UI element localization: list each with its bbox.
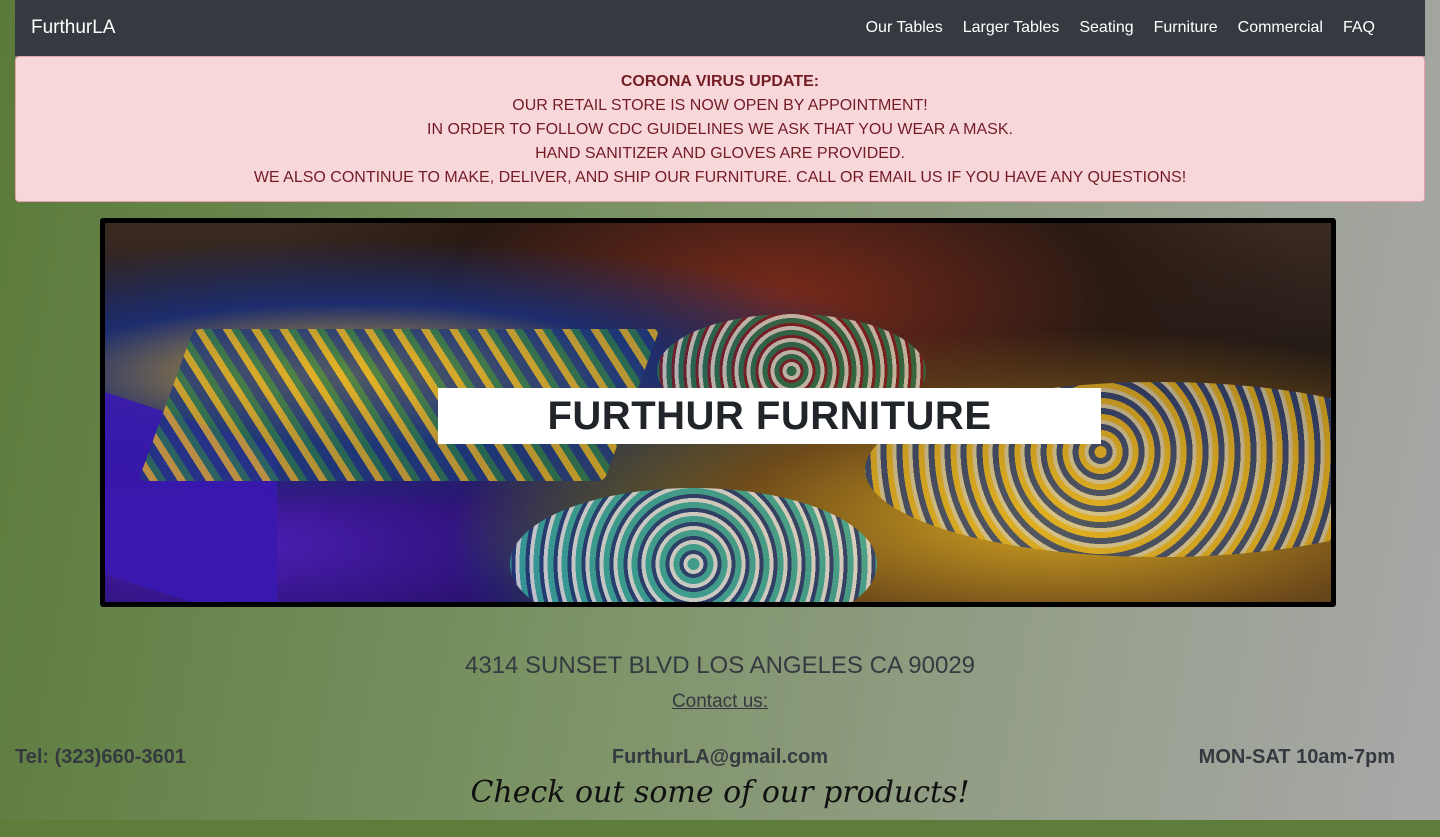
alert-line: WE ALSO CONTINUE TO MAKE, DELIVER, AND S… xyxy=(253,169,1187,186)
corona-alert: CORONA VIRUS UPDATE: OUR RETAIL STORE IS… xyxy=(15,56,1425,202)
contact-info-row: Tel: (323)660-3601 FurthurLA@gmail.com M… xyxy=(15,746,1395,772)
nav-link-furniture[interactable]: Furniture xyxy=(1144,19,1228,37)
nav-link-larger-tables[interactable]: Larger Tables xyxy=(953,19,1070,37)
hero-photo-table xyxy=(509,488,878,602)
products-heading: Check out some of our products! xyxy=(470,775,970,810)
nav-link-our-tables[interactable]: Our Tables xyxy=(856,19,953,37)
contact-section: Contact us: xyxy=(0,691,1440,713)
hero-title-box: FURTHUR FURNITURE xyxy=(438,388,1101,444)
contact-us-link[interactable]: Contact us: xyxy=(672,691,768,712)
store-address: 4314 SUNSET BLVD LOS ANGELES CA 90029 xyxy=(464,652,976,679)
nav-link-faq[interactable]: FAQ xyxy=(1333,19,1385,37)
hero-title: FURTHUR FURNITURE xyxy=(547,393,992,438)
nav-links: Our Tables Larger Tables Seating Furnitu… xyxy=(856,19,1409,37)
alert-line: HAND SANITIZER AND GLOVES ARE PROVIDED. xyxy=(535,145,905,162)
alert-line: OUR RETAIL STORE IS NOW OPEN BY APPOINTM… xyxy=(512,97,928,114)
hero-banner-image: FURTHUR FURNITURE xyxy=(100,218,1336,607)
nav-link-seating[interactable]: Seating xyxy=(1069,19,1143,37)
business-hours: MON-SAT 10am-7pm xyxy=(1198,746,1395,768)
footer-strip xyxy=(0,820,1440,837)
navbar: FurthurLA Our Tables Larger Tables Seati… xyxy=(15,0,1425,56)
nav-link-commercial[interactable]: Commercial xyxy=(1228,19,1333,37)
alert-line: IN ORDER TO FOLLOW CDC GUIDELINES WE ASK… xyxy=(427,121,1013,138)
alert-title: CORONA VIRUS UPDATE: xyxy=(620,73,820,90)
brand-link[interactable]: FurthurLA xyxy=(31,17,115,39)
